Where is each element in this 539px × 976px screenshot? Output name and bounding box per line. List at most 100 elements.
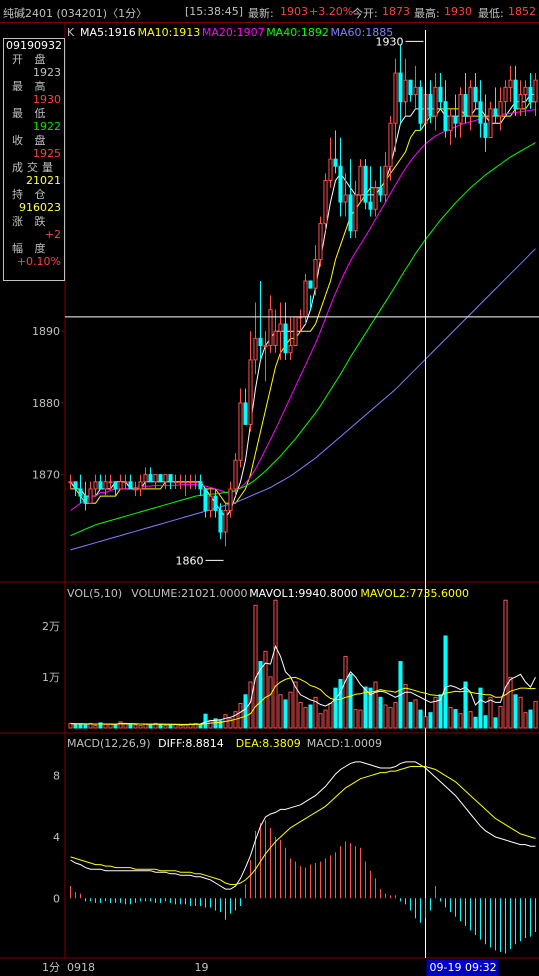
candle-body — [198, 481, 203, 490]
y-tick-label: 2万 — [42, 620, 60, 633]
candle-body — [393, 72, 398, 124]
volume-bar — [243, 694, 248, 729]
candle-body — [243, 402, 248, 425]
chart-title: K — [67, 26, 75, 39]
price-annotation: 1860 — [176, 554, 204, 567]
candle-body — [183, 481, 188, 484]
volume-bar — [523, 712, 528, 729]
volume-bar — [113, 724, 118, 729]
candle-body — [388, 122, 393, 167]
volume-bar — [83, 724, 88, 729]
candle-body — [468, 86, 473, 117]
bar-info-panel: 09190932 开 盘 1923 最 高 1930 最 低 1922 收 盘 1925 成交量… — [3, 38, 65, 281]
candle-body — [523, 86, 528, 96]
volume-bar — [498, 706, 503, 729]
volume-bar — [148, 724, 153, 729]
candle-body — [263, 345, 268, 348]
volume-bar — [163, 724, 168, 729]
candle-body — [123, 481, 128, 484]
info-label: 最 低 — [12, 106, 50, 120]
ma-line-ma5 — [70, 94, 536, 519]
candle-body — [488, 108, 493, 139]
info-label: 成交量 — [12, 160, 57, 174]
volume-bar — [533, 700, 538, 729]
volume-bar — [363, 686, 368, 729]
candle-body — [403, 79, 408, 103]
legend-item: VOLUME:21021.0000 — [131, 587, 247, 600]
volume-bar — [443, 635, 448, 729]
candle-body — [268, 309, 273, 347]
info-value: 1925 — [33, 147, 61, 160]
candle-body — [398, 72, 403, 103]
candle-body — [98, 481, 103, 490]
legend-item: MACD:1.0009 — [307, 737, 382, 750]
candle-body — [458, 94, 463, 124]
info-label: 最 高 — [12, 79, 50, 93]
candle-body — [493, 108, 498, 117]
candle-body — [73, 481, 78, 490]
candle-body — [78, 488, 83, 497]
volume-bar — [278, 694, 283, 729]
volume-bar — [383, 704, 388, 729]
y-tick-label: 8 — [53, 770, 60, 783]
volume-bar — [488, 696, 493, 729]
candle-body — [483, 122, 488, 139]
legend-item: MA40:1892 — [266, 26, 329, 39]
volume-bar — [333, 687, 338, 729]
volume-bar — [238, 702, 243, 729]
volume-bar — [103, 723, 108, 729]
candle-body — [418, 86, 423, 124]
candle-body — [288, 345, 293, 354]
volume-bar — [428, 712, 433, 729]
info-label: 收 盘 — [12, 133, 50, 147]
candle-body — [218, 509, 223, 533]
volume-bar — [448, 707, 453, 729]
candle-body — [508, 79, 513, 88]
legend-item: MAVOL1:9940.8000 — [249, 587, 358, 600]
volume-bar — [513, 694, 518, 729]
time-label: 09-19 09:32 — [430, 961, 497, 974]
time-label: 19 — [195, 961, 209, 974]
chart-canvas[interactable]: 187018801890K MA5:1916 MA10:1913 MA20:1907 M… — [0, 0, 539, 976]
candle-body — [438, 86, 443, 103]
candle-body — [108, 481, 113, 484]
info-value: 21021 — [26, 174, 61, 187]
volume-bar — [288, 691, 293, 729]
candle-body — [363, 165, 368, 203]
candle-body — [318, 223, 323, 260]
chart-title: VOL(5,10) — [67, 587, 122, 600]
candle-body — [528, 86, 533, 103]
candle-body — [463, 94, 468, 117]
ma-line-ma10 — [70, 101, 536, 504]
volume-bar — [473, 716, 478, 729]
candle-body — [138, 481, 143, 490]
volume-bar — [528, 709, 533, 729]
volume-bar — [343, 655, 348, 729]
candle-body — [253, 337, 258, 361]
volume-bar — [198, 723, 203, 729]
volume-bar — [298, 701, 303, 729]
dea-line — [70, 766, 536, 885]
candle-body — [378, 187, 383, 196]
volume-bar — [508, 676, 513, 729]
volume-bar — [178, 724, 183, 729]
candle-body — [223, 509, 228, 533]
diff-line — [70, 761, 536, 890]
candle-body — [128, 481, 133, 490]
candle-body — [518, 94, 523, 110]
candle-body — [113, 481, 118, 490]
volume-bar — [458, 713, 463, 729]
volume-bar — [328, 702, 333, 729]
candle-body — [353, 194, 358, 232]
info-value: 1922 — [33, 120, 61, 133]
candle-body — [503, 86, 508, 103]
candle-body — [383, 165, 388, 196]
candle-body — [373, 187, 378, 210]
volume-bar — [308, 704, 313, 729]
volume-bar — [378, 696, 383, 729]
candle-body — [118, 481, 123, 490]
volume-bar — [468, 711, 473, 729]
info-label: 持 仓 — [12, 187, 50, 201]
candle-body — [68, 481, 73, 484]
volume-bar — [358, 709, 363, 729]
